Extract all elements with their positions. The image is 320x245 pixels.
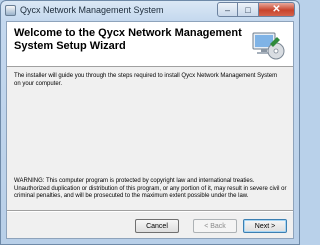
installer-app-icon [5,5,16,16]
installer-window: Qycx Network Management System – □ ✕ Wel… [0,0,300,245]
setup-computer-icon [252,32,285,60]
maximize-button[interactable]: □ [238,2,259,17]
back-button[interactable]: < Back [193,219,237,233]
cancel-button[interactable]: Cancel [135,219,179,233]
button-separator [7,210,293,212]
intro-text: The installer will guide you through the… [14,73,278,87]
copyright-warning: WARNING: This computer program is protec… [14,178,287,199]
title-bar[interactable]: Qycx Network Management System – □ ✕ [1,1,299,21]
next-button[interactable]: Next > [243,219,287,233]
minimize-button[interactable]: – [217,2,238,17]
window-title: Qycx Network Management System [20,5,164,15]
close-button[interactable]: ✕ [259,2,295,17]
wizard-heading: Welcome to the Qycx Network Management S… [14,27,242,52]
caption-buttons: – □ ✕ [217,2,295,17]
wizard-banner: Welcome to the Qycx Network Management S… [7,22,293,67]
wizard-client-area: Welcome to the Qycx Network Management S… [6,21,294,239]
